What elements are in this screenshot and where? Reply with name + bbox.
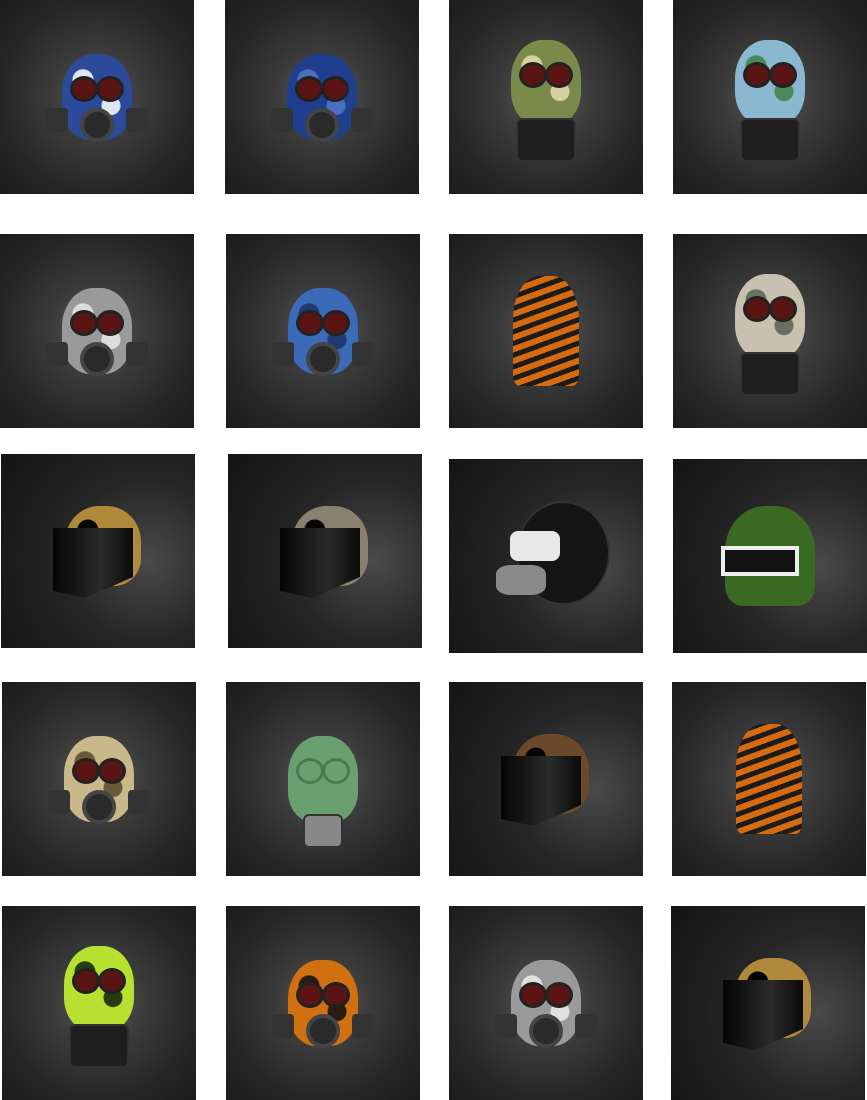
mask-thumbnail[interactable] <box>672 682 866 876</box>
hose-mask-icon <box>288 736 358 848</box>
green-helmet-icon <box>721 506 815 606</box>
pilot-helmet-icon <box>496 501 610 611</box>
canister-mask-icon <box>511 40 581 162</box>
gas-mask-icon <box>272 960 374 1048</box>
gas-mask-icon <box>271 54 373 142</box>
mask-thumbnail[interactable] <box>673 0 867 194</box>
visor-helmet-icon <box>723 958 813 1050</box>
visor-helmet-icon <box>280 506 370 598</box>
mask-thumbnail[interactable] <box>0 234 194 428</box>
canister-mask-icon <box>735 274 805 396</box>
mask-thumbnail[interactable] <box>449 459 643 653</box>
canister-mask-icon <box>735 40 805 162</box>
mask-thumbnail[interactable] <box>2 682 196 876</box>
mask-thumbnail[interactable] <box>228 454 422 648</box>
mask-thumbnail[interactable] <box>673 459 867 653</box>
gas-mask-icon <box>46 54 148 142</box>
mask-thumbnail[interactable] <box>671 906 865 1100</box>
mask-thumbnail[interactable] <box>0 0 194 194</box>
balaclava-icon <box>736 724 802 834</box>
mask-thumbnail[interactable] <box>449 0 643 194</box>
balaclava-icon <box>513 276 579 386</box>
mask-thumbnail[interactable] <box>449 234 643 428</box>
canister-mask-icon <box>64 946 134 1068</box>
mask-thumbnail[interactable] <box>226 234 420 428</box>
mask-thumbnail[interactable] <box>226 682 420 876</box>
mask-thumbnail[interactable] <box>449 906 643 1100</box>
mask-thumbnail[interactable] <box>673 234 867 428</box>
gas-mask-icon <box>48 736 150 824</box>
visor-helmet-icon <box>501 734 591 826</box>
gas-mask-icon <box>495 960 597 1048</box>
mask-thumbnail[interactable] <box>2 906 196 1100</box>
gas-mask-icon <box>272 288 374 376</box>
mask-thumbnail[interactable] <box>449 682 643 876</box>
gas-mask-icon <box>46 288 148 376</box>
mask-thumbnail[interactable] <box>226 906 420 1100</box>
mask-thumbnail[interactable] <box>1 454 195 648</box>
visor-helmet-icon <box>53 506 143 598</box>
mask-thumbnail[interactable] <box>225 0 419 194</box>
